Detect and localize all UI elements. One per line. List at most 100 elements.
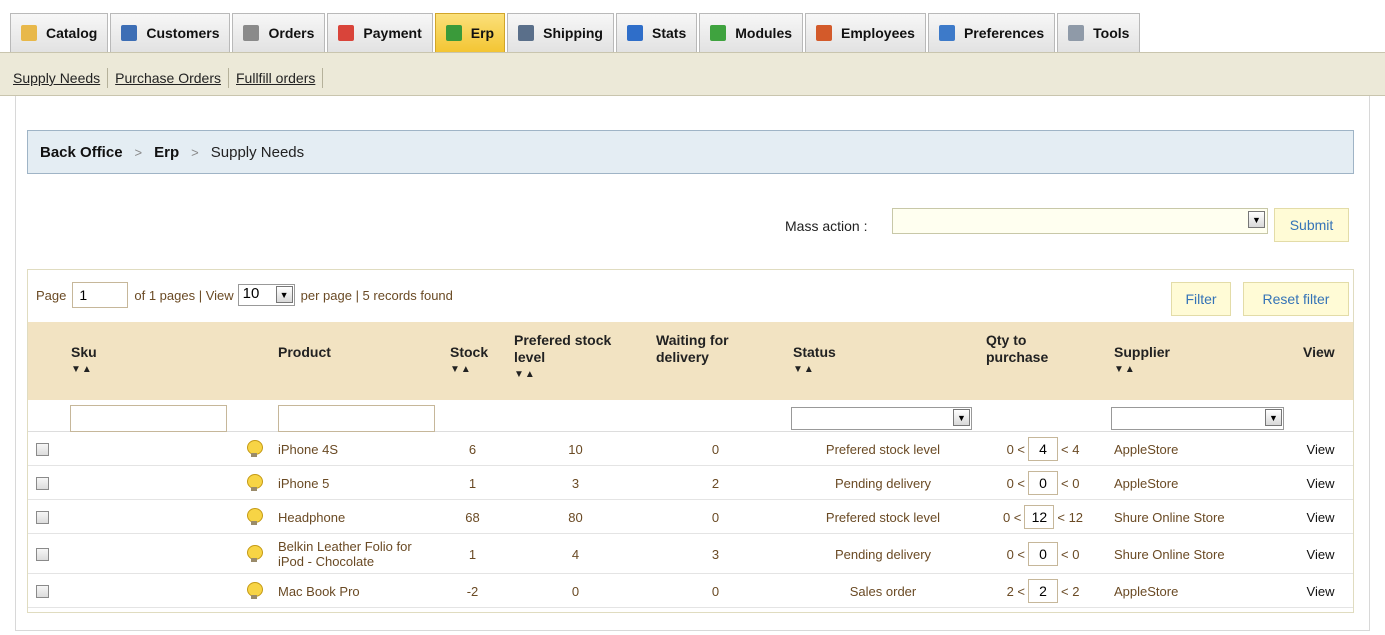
chevron-down-icon[interactable]: ▼ [1248,211,1265,228]
folder-icon [21,25,37,41]
tab-catalog[interactable]: Catalog [10,13,109,52]
qty-min-text: 2 < [1006,583,1025,599]
lightbulb-icon[interactable] [246,474,263,492]
row-stock-cell: -2 [450,574,495,608]
row-supplier-cell: AppleStore [1114,574,1284,608]
row-view-cell[interactable]: View [1298,432,1343,466]
qty-min-text: 0 < [1006,546,1025,562]
submit-button[interactable]: Submit [1274,208,1349,242]
view-link[interactable]: View [1307,476,1335,491]
product-name: Belkin Leather Folio for [278,539,412,554]
row-status-cell: Sales order [793,574,973,608]
sort-arrows-icon[interactable]: ▼▲ [1114,361,1170,378]
row-checkbox-cell[interactable] [36,574,56,608]
chevron-down-icon[interactable]: ▼ [1265,409,1282,426]
lightbulb-icon[interactable] [246,440,263,458]
customers-icon [121,25,138,41]
col-waiting: Waiting for delivery [656,332,729,366]
row-view-cell[interactable]: View [1298,574,1343,608]
per-page-select[interactable]: 10 ▼ [237,284,295,306]
truck-icon [518,25,535,41]
sku-filter-input[interactable] [70,405,227,432]
row-bulb-cell[interactable] [243,500,265,534]
tab-employees[interactable]: Employees [805,13,926,52]
qty-input[interactable]: 4 [1028,437,1058,461]
erp-icon [445,25,462,41]
tab-label: Shipping [543,25,603,41]
tab-orders[interactable]: Orders [232,13,326,52]
chevron-down-icon[interactable]: ▼ [953,409,970,426]
view-link[interactable]: View [1307,584,1335,599]
tab-payment[interactable]: Payment [327,13,433,52]
sort-arrows-icon[interactable]: ▼▲ [450,361,488,378]
supply-table-panel: Page of 1 pages | View 10 ▼ per page | 5… [27,269,1354,613]
row-checkbox-cell[interactable] [36,500,56,534]
sort-arrows-icon[interactable]: ▼▲ [71,361,97,378]
row-checkbox[interactable] [36,476,49,490]
row-waiting-cell: 0 [648,432,783,466]
employees-icon [816,25,833,41]
breadcrumb-section[interactable]: Erp [154,144,179,161]
row-view-cell[interactable]: View [1298,466,1343,500]
row-checkbox[interactable] [36,547,49,561]
tab-label: Customers [146,25,220,41]
row-view-cell[interactable]: View [1298,500,1343,534]
row-checkbox[interactable] [36,584,49,598]
tab-tools[interactable]: Tools [1057,13,1141,52]
row-bulb-cell[interactable] [243,466,265,500]
sort-arrows-icon[interactable]: ▼▲ [793,361,836,378]
row-product-cell: Belkin Leather Folio for iPod - Chocolate [278,534,448,574]
tab-stats[interactable]: Stats [616,13,698,52]
breadcrumb-root[interactable]: Back Office [40,144,123,161]
qty-input[interactable]: 2 [1028,579,1058,603]
row-bulb-cell[interactable] [243,432,265,466]
col-supplier: Supplier ▼▲ [1114,344,1170,378]
filter-button[interactable]: Filter [1171,282,1231,316]
preferences-icon [938,25,955,41]
row-checkbox-cell[interactable] [36,466,56,500]
lightbulb-icon[interactable] [246,508,263,526]
supplier-value: Shure Online Store [1114,509,1225,525]
row-bulb-cell[interactable] [243,574,265,608]
view-link[interactable]: View [1307,510,1335,525]
view-link[interactable]: View [1307,442,1335,457]
tab-customers[interactable]: Customers [110,13,231,52]
sort-arrows-icon[interactable]: ▼▲ [514,366,611,383]
page-input[interactable] [72,282,129,308]
row-product-cell: Mac Book Pro [278,574,448,608]
row-view-cell[interactable]: View [1298,534,1343,574]
tab-shipping[interactable]: Shipping [507,13,614,52]
status-filter-select[interactable]: ▼ [791,407,972,430]
col-status: Status ▼▲ [793,344,836,378]
row-checkbox-cell[interactable] [36,432,56,466]
submenu-fullfill-orders[interactable]: Fullfill orders [229,68,324,88]
chevron-down-icon[interactable]: ▼ [275,286,293,303]
view-link[interactable]: View [1307,547,1335,562]
prefered-value: 0 [571,583,580,599]
pager: Page of 1 pages | View 10 ▼ per page | 5… [36,282,453,308]
lightbulb-icon[interactable] [246,545,263,563]
waiting-value: 0 [711,441,720,457]
tab-erp[interactable]: Erp [434,13,506,52]
product-filter-input[interactable] [278,405,435,432]
submenu-supply-needs[interactable]: Supply Needs [6,68,109,88]
row-checkbox[interactable] [36,442,49,456]
lightbulb-icon[interactable] [246,582,263,600]
row-bulb-cell[interactable] [243,534,265,574]
breadcrumb-current: Supply Needs [210,143,305,161]
supplier-filter-select[interactable]: ▼ [1111,407,1284,430]
reset-filter-button[interactable]: Reset filter [1243,282,1349,316]
main-tab-bar: Catalog Customers Orders Payment Erp Shipping… [0,0,1385,52]
qty-input[interactable]: 0 [1028,471,1058,495]
waiting-value: 0 [711,509,720,525]
qty-input[interactable]: 0 [1028,542,1058,566]
row-checkbox[interactable] [36,510,49,524]
mass-action-select[interactable]: ▼ [892,208,1268,234]
breadcrumb: Back Office > Erp > Supply Needs [27,130,1354,174]
tab-preferences[interactable]: Preferences [927,13,1056,52]
tab-modules[interactable]: Modules [699,13,804,52]
qty-input[interactable]: 12 [1024,505,1055,529]
row-checkbox-cell[interactable] [36,534,56,574]
col-prefered: Prefered stock level ▼▲ [514,332,611,383]
submenu-purchase-orders[interactable]: Purchase Orders [108,68,229,88]
